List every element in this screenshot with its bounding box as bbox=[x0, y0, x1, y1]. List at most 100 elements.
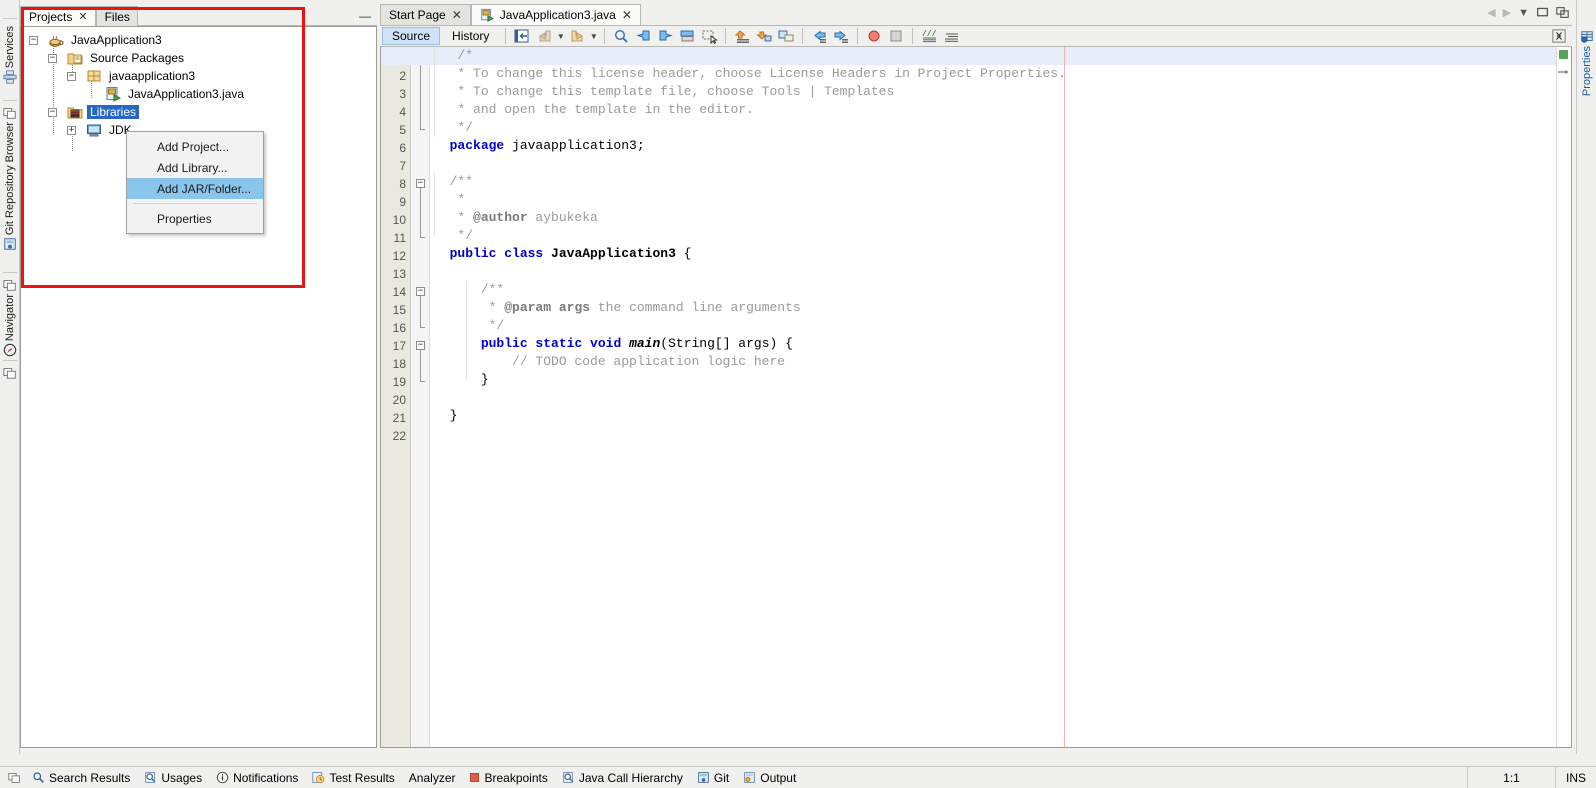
prev-arrow-icon[interactable]: ◀ bbox=[1487, 6, 1495, 19]
last-edit-position-icon[interactable] bbox=[512, 27, 532, 45]
tab-projects-label: Projects bbox=[29, 9, 73, 24]
forward-dropdown-icon[interactable]: ▼ bbox=[589, 27, 598, 45]
tree-node-file-javaapplication3-java[interactable]: JavaApplication3.java bbox=[21, 85, 376, 103]
maximize-icon[interactable] bbox=[1536, 6, 1549, 19]
sidebar-tab-extra[interactable] bbox=[0, 366, 20, 380]
fold-toggle-icon[interactable]: − bbox=[416, 179, 425, 188]
code-line: */ bbox=[434, 227, 473, 245]
status-tab-breakpoints[interactable]: Breakpoints bbox=[462, 768, 554, 788]
sidebar-tab-properties[interactable]: Properties bbox=[1577, 30, 1596, 98]
back-dropdown-icon[interactable]: ▼ bbox=[556, 27, 565, 45]
editor-tab-start-page[interactable]: Start Page ✕ bbox=[380, 4, 471, 25]
line-number: 2 bbox=[399, 69, 406, 83]
sidebar-tab-navigator[interactable]: Navigator bbox=[0, 278, 20, 357]
toolbar-separator bbox=[604, 28, 606, 44]
code-folding-column[interactable]: − − − − bbox=[412, 47, 430, 747]
status-tab-search-results[interactable]: Search Results bbox=[25, 768, 137, 788]
tab-projects[interactable]: Projects ✕ bbox=[20, 6, 96, 26]
test-results-icon bbox=[312, 772, 325, 784]
find-selection-icon[interactable] bbox=[611, 27, 631, 45]
menu-item-add-library[interactable]: Add Library... bbox=[127, 157, 263, 178]
status-tab-output[interactable]: Output bbox=[736, 768, 803, 788]
editor-mode-source[interactable]: Source bbox=[382, 27, 441, 45]
tree-node-source-packages[interactable]: − Source Packages bbox=[21, 49, 376, 67]
fold-toggle-icon[interactable]: − bbox=[416, 287, 425, 296]
project-tree-panel[interactable]: − JavaApplication3 − Source Packages − j… bbox=[20, 26, 377, 748]
navigator-compass-icon bbox=[3, 343, 17, 357]
tree-toggle-minus-icon[interactable]: − bbox=[67, 71, 76, 81]
close-icon[interactable]: ✕ bbox=[78, 10, 87, 23]
code-token: * To change this template file, choose T… bbox=[449, 84, 895, 99]
dock-left-icon[interactable] bbox=[4, 768, 25, 788]
dropdown-arrow-icon[interactable]: ▼ bbox=[1518, 7, 1529, 19]
minimize-window-button[interactable]: — bbox=[357, 9, 373, 23]
status-tab-notifications[interactable]: Notifications bbox=[209, 768, 305, 788]
shift-right-icon[interactable] bbox=[831, 27, 851, 45]
next-arrow-icon[interactable]: ▶ bbox=[1503, 6, 1511, 19]
insert-mode[interactable]: INS bbox=[1554, 767, 1596, 788]
git-icon bbox=[698, 772, 709, 783]
toggle-breakpoint-icon[interactable] bbox=[864, 27, 884, 45]
status-tab-usages[interactable]: Usages bbox=[137, 768, 209, 788]
sidebar-tab-git-repository-browser[interactable]: Git Repository Browser bbox=[0, 106, 20, 251]
code-line: * and open the template in the editor. bbox=[434, 101, 753, 119]
tree-node-javaapplication3[interactable]: − JavaApplication3 bbox=[21, 31, 376, 49]
close-icon[interactable]: ✕ bbox=[452, 8, 462, 22]
tree-toggle-minus-icon[interactable]: − bbox=[29, 35, 38, 45]
inspect-icon[interactable]: /// bbox=[919, 27, 939, 45]
toggle-bookmark-icon[interactable] bbox=[677, 27, 697, 45]
status-tab-git-label: Git bbox=[713, 770, 730, 785]
code-line: public static void main(String[] args) { bbox=[434, 335, 793, 353]
next-bookmark-icon[interactable] bbox=[655, 27, 675, 45]
tree-toggle-plus-icon[interactable]: + bbox=[67, 125, 76, 135]
previous-bookmark-icon[interactable] bbox=[633, 27, 653, 45]
line-number: 15 bbox=[392, 303, 406, 317]
code-editor[interactable]: 1 2 3 4 5 6 7 8 9 10 11 12 13 14 15 16 1… bbox=[380, 47, 1572, 748]
error-stripe[interactable] bbox=[1556, 47, 1571, 747]
menu-item-add-jar-folder-label: Add JAR/Folder... bbox=[157, 181, 252, 196]
left-dock: Services Git Repository Browser Navigato… bbox=[0, 0, 20, 754]
sidebar-tab-services[interactable]: Services bbox=[0, 24, 20, 84]
status-tab-git[interactable]: Git bbox=[690, 768, 736, 788]
toolbar-separator bbox=[725, 28, 727, 44]
tree-toggle-minus-icon[interactable]: − bbox=[48, 53, 57, 63]
back-icon[interactable] bbox=[534, 27, 554, 45]
status-tab-java-call-hierarchy[interactable]: Java Call Hierarchy bbox=[555, 768, 690, 788]
expand-all-icon[interactable] bbox=[1552, 29, 1566, 46]
tab-files[interactable]: Files bbox=[95, 6, 138, 26]
editor-mode-history[interactable]: History bbox=[442, 27, 499, 45]
fold-toggle-icon[interactable]: − bbox=[416, 341, 425, 350]
code-token: * bbox=[449, 210, 474, 225]
menu-item-add-project[interactable]: Add Project... bbox=[127, 136, 263, 157]
code-text-area[interactable]: /* * To change this license header, choo… bbox=[381, 47, 1571, 747]
line-number-gutter: 1 2 3 4 5 6 7 8 9 10 11 12 13 14 15 16 1… bbox=[381, 47, 411, 747]
libraries-context-menu[interactable]: Add Project... Add Library... Add JAR/Fo… bbox=[126, 131, 264, 234]
code-line: } bbox=[434, 407, 458, 425]
editor-tab-javaapplication3-java[interactable]: JavaApplication3.java ✕ bbox=[470, 4, 641, 25]
code-token: public class bbox=[449, 246, 544, 261]
close-icon[interactable]: ✕ bbox=[622, 8, 632, 22]
tree-node-package-javaapplication3[interactable]: − javaapplication3 bbox=[21, 67, 376, 85]
editor-mode-history-label: History bbox=[452, 29, 490, 43]
menu-item-properties[interactable]: Properties bbox=[127, 208, 263, 229]
float-icon[interactable] bbox=[1556, 6, 1569, 19]
shift-left-icon[interactable] bbox=[809, 27, 829, 45]
format-icon[interactable] bbox=[941, 27, 961, 45]
forward-icon[interactable] bbox=[567, 27, 587, 45]
projects-window: Projects ✕ Files — − JavaApplication3 − … bbox=[20, 6, 377, 748]
code-line: /** bbox=[434, 173, 473, 191]
status-tab-analyzer[interactable]: Analyzer bbox=[402, 768, 463, 788]
window-group-icon bbox=[3, 368, 16, 379]
toggle-rectangular-selection-icon[interactable] bbox=[699, 27, 719, 45]
shift-line-up-icon[interactable] bbox=[732, 27, 752, 45]
tree-toggle-minus-icon[interactable]: − bbox=[48, 107, 57, 117]
tree-node-libraries[interactable]: − Libraries bbox=[21, 103, 376, 121]
properties-table-icon bbox=[1581, 31, 1593, 43]
shift-line-down-icon[interactable] bbox=[754, 27, 774, 45]
tabrow-filler bbox=[137, 7, 377, 26]
stop-icon[interactable] bbox=[886, 27, 906, 45]
comment-icon[interactable] bbox=[776, 27, 796, 45]
menu-item-add-jar-folder[interactable]: Add JAR/Folder... bbox=[127, 178, 263, 199]
caret-position-value: 1:1 bbox=[1503, 771, 1520, 785]
status-tab-test-results[interactable]: Test Results bbox=[305, 768, 401, 788]
